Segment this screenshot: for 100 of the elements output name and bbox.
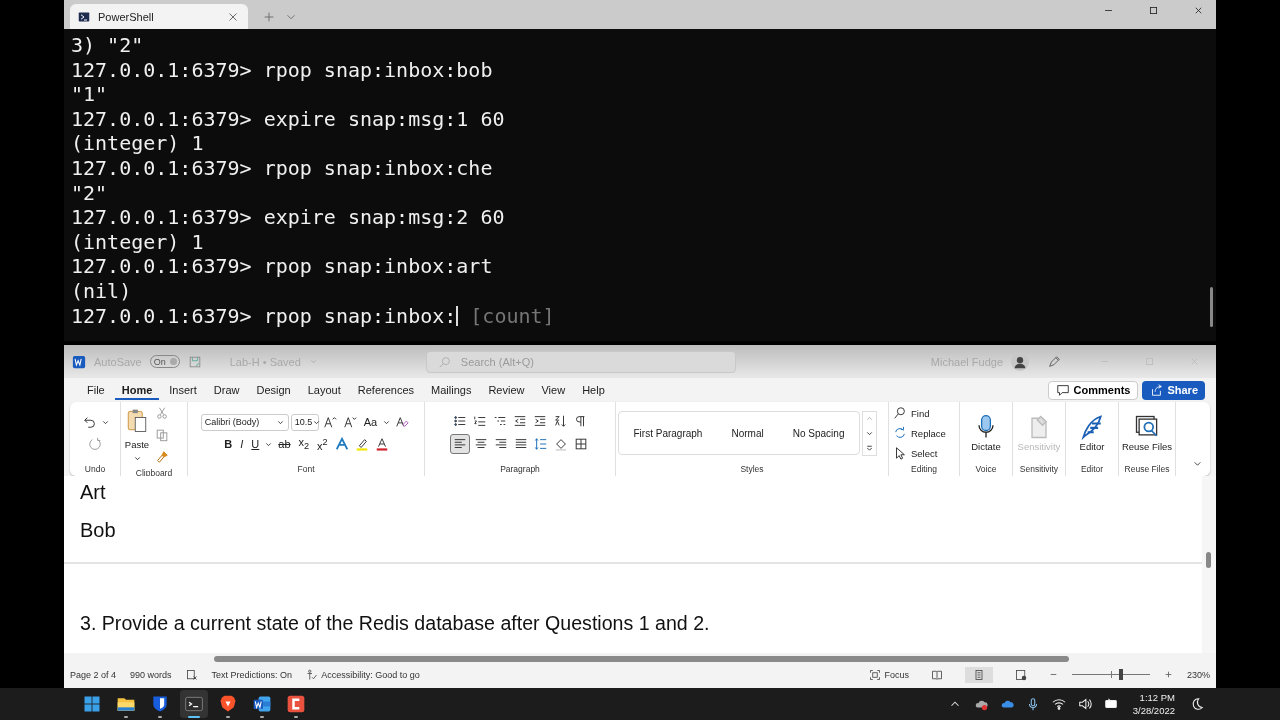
search-field[interactable]: Search (Alt+Q) — [425, 350, 736, 373]
group-label: Voice — [974, 463, 998, 476]
ribbon-tab[interactable]: Draw — [206, 380, 247, 400]
accessibility-icon — [306, 668, 319, 681]
word-logo-icon — [72, 354, 86, 369]
chevron-down-icon[interactable] — [1193, 459, 1202, 468]
focus-button[interactable]: Focus — [869, 668, 909, 681]
group-label: Undo — [83, 463, 107, 476]
ribbon-tab[interactable]: References — [350, 380, 422, 400]
clock[interactable]: 1:12 PM 3/28/2022 — [1132, 691, 1175, 717]
ribbon-tab[interactable]: View — [534, 380, 573, 400]
terminal-line: 127.0.0.1:6379> rpop snap:inbox:che — [71, 155, 494, 181]
more-icon[interactable] — [865, 443, 874, 453]
ribbon-tab[interactable]: Design — [249, 380, 298, 400]
terminal-tab[interactable]: PowerShell — [70, 4, 248, 29]
terminal-line: 127.0.0.1:6379> rpop snap:inbox:bob — [71, 57, 494, 83]
zoom-slider-thumb[interactable] — [1119, 669, 1124, 680]
running-indicator — [260, 716, 264, 718]
maximize-icon[interactable] — [1148, 5, 1159, 16]
paste-label[interactable]: Paste — [124, 439, 150, 450]
running-indicator — [124, 716, 128, 718]
group-label: Paragraph — [499, 463, 541, 476]
document-text: Bob — [80, 518, 117, 542]
italic-button[interactable]: I — [237, 438, 247, 450]
zoom-in-icon[interactable] — [1163, 670, 1173, 679]
page-count[interactable]: Page 2 of 4 — [70, 669, 117, 680]
group-label: Font — [296, 463, 316, 476]
dictate-button[interactable]: Dictate — [971, 413, 1001, 453]
group-label: Clipboard — [134, 467, 174, 480]
ribbon-tab[interactable]: Mailings — [424, 380, 479, 400]
comment-icon — [1055, 383, 1070, 397]
word-count[interactable]: 990 words — [130, 669, 172, 680]
font-size-dropdown[interactable]: 10.5 — [290, 413, 319, 431]
align-left-icon[interactable] — [450, 434, 470, 454]
lion-icon — [218, 694, 238, 714]
accessibility-status[interactable]: Accessibility: Good to go — [306, 668, 420, 681]
proofing-icon[interactable] — [185, 668, 198, 681]
terminal-line: 127.0.0.1:6379> rpop snap:inbox:art — [71, 254, 494, 279]
running-indicator — [294, 716, 298, 718]
change-case-button[interactable]: Aa — [360, 416, 381, 428]
group-label: Reuse Files — [1123, 463, 1171, 476]
scrollbar[interactable] — [1210, 287, 1213, 327]
ribbon-tab[interactable]: Help — [575, 380, 612, 400]
caret-icon — [308, 357, 318, 366]
editor-button[interactable]: Editor — [1078, 413, 1106, 453]
pen-icon[interactable] — [1047, 354, 1061, 369]
strikethrough-button[interactable]: ab — [275, 438, 294, 450]
group-label: Editor — [1079, 463, 1105, 476]
terminal-line: 3) "2" — [71, 33, 145, 58]
subscript-button[interactable]: x$_{2}$ — [295, 436, 313, 452]
ribbon-tab[interactable]: Home — [114, 380, 160, 400]
reuse-button[interactable]: Reuse Files — [1121, 413, 1173, 453]
ribbon-tab[interactable]: File — [80, 380, 112, 400]
gallery-scroll-buttons[interactable] — [862, 410, 877, 456]
shield-icon — [150, 694, 170, 714]
running-indicator — [226, 716, 230, 718]
text-cursor — [456, 305, 459, 326]
speaker-icon[interactable] — [1077, 697, 1092, 711]
ribbon-tab[interactable]: Insert — [162, 380, 204, 400]
document-text: Art — [80, 480, 107, 504]
search-icon — [437, 354, 452, 369]
print-view-button[interactable] — [964, 666, 993, 683]
ribbon-tab[interactable]: Review — [481, 380, 532, 400]
terminal-line: (nil) — [71, 278, 133, 304]
moon-icon[interactable] — [1190, 697, 1204, 711]
terminal-prompt: 127.0.0.1:6379> rpop snap:inbox: — [71, 303, 457, 329]
underline-button[interactable]: U — [248, 438, 263, 450]
tab-title: PowerShell — [98, 10, 155, 23]
print-view-icon — [972, 668, 985, 681]
terminal-line: (integer) 1 — [71, 131, 205, 156]
style-item[interactable]: No Spacing — [792, 427, 845, 439]
read-view-icon — [930, 668, 943, 681]
powershell-icon — [78, 10, 90, 23]
font-name-dropdown[interactable]: Calibri (Body) — [200, 413, 289, 431]
bold-button[interactable]: B — [221, 438, 236, 450]
command-hint: [count] — [470, 303, 555, 328]
style-item[interactable]: First Paragraph — [633, 427, 703, 439]
superscript-button[interactable]: x$^{2}$ — [314, 436, 331, 452]
caret-icon[interactable] — [132, 454, 142, 463]
terminal-line: "1" — [71, 82, 109, 107]
terminal-line: 127.0.0.1:6379> expire snap:msg:2 60 — [71, 205, 506, 230]
select-button[interactable]: Select — [891, 444, 938, 462]
group-label: Editing — [910, 463, 938, 476]
wifi-icon[interactable] — [1051, 697, 1066, 711]
scrollbar[interactable] — [1202, 476, 1216, 653]
find-button[interactable]: Find — [891, 404, 930, 422]
style-item[interactable]: Normal — [731, 427, 764, 439]
terminal-line: 127.0.0.1:6379> expire snap:msg:1 60 — [71, 106, 506, 132]
replace-button[interactable]: Replace — [891, 424, 946, 442]
taskbar-app[interactable] — [180, 690, 208, 718]
terminal-icon — [184, 694, 204, 714]
close-icon[interactable] — [1193, 5, 1204, 16]
share-icon — [1149, 383, 1164, 397]
share-button[interactable]: Share — [1142, 380, 1205, 400]
zoom-level[interactable]: 230% — [1186, 669, 1210, 680]
comments-button[interactable]: Comments — [1047, 380, 1139, 400]
battery-icon[interactable] — [1103, 697, 1118, 711]
ribbon-tab[interactable]: Layout — [300, 380, 348, 400]
start-icon — [82, 694, 102, 714]
text-predictions[interactable]: Text Predictions: On — [211, 669, 293, 680]
